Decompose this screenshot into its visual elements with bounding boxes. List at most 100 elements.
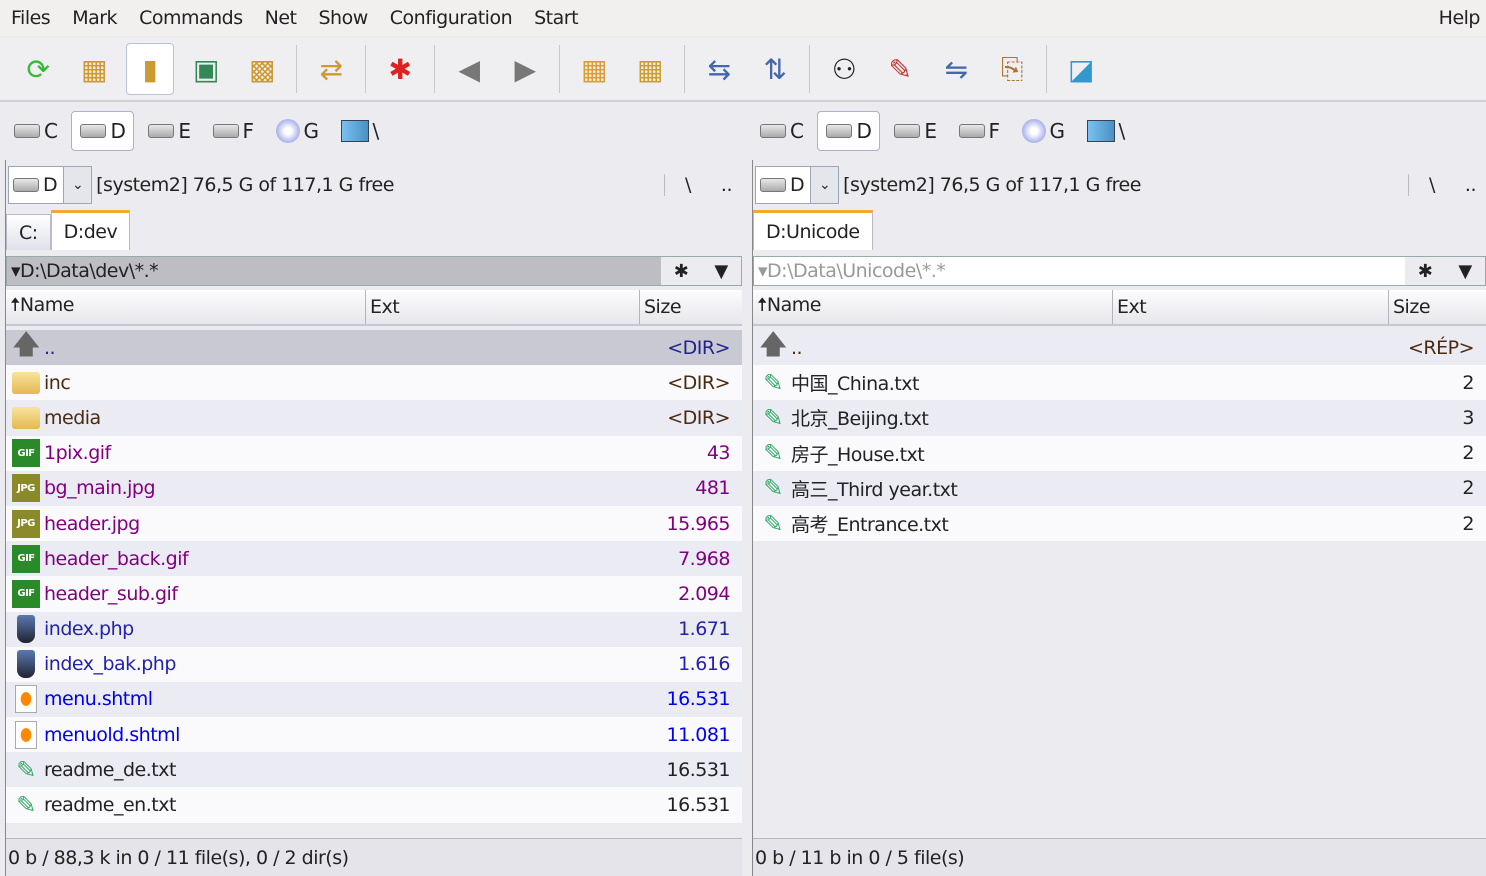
- file-row[interactable]: 🡅.. <DIR>: [6, 330, 742, 366]
- menu-show[interactable]: Show: [307, 7, 378, 29]
- right-path-field[interactable]: ▾D:\Data\Unicode\*.*: [754, 257, 1405, 285]
- compare-dirs-button[interactable]: ⇋: [932, 43, 980, 95]
- menu-configuration[interactable]: Configuration: [379, 7, 523, 29]
- right-path-bar: ▾D:\Data\Unicode\*.* ✱ ▼: [753, 256, 1486, 286]
- drive-button-f[interactable]: F: [205, 111, 262, 151]
- net-drive-icon: [340, 120, 369, 142]
- file-name: readme_de.txt: [44, 758, 176, 781]
- file-row[interactable]: inc <DIR>: [6, 365, 742, 401]
- column-name[interactable]: 🠅Name: [6, 290, 366, 324]
- back-arrow-button[interactable]: ◀: [445, 43, 493, 95]
- notepad-button[interactable]: ◪: [1057, 43, 1105, 95]
- file-row[interactable]: GIF 1pix.gif 43: [6, 435, 742, 471]
- left-panel: D ⌄ [system2] 76,5 G of 117,1 G free \.. C: D…: [5, 160, 742, 876]
- drive-button-d[interactable]: D: [71, 111, 135, 151]
- file-name: 1pix.gif: [44, 442, 111, 465]
- file-name: header_back.gif: [44, 547, 189, 570]
- compare-dirs-icon: ⇋: [944, 52, 968, 86]
- drive-button-network[interactable]: \: [333, 111, 387, 151]
- drive-button-f[interactable]: F: [951, 111, 1008, 151]
- file-row[interactable]: ✎ 高三_Third year.txt 2: [753, 470, 1486, 506]
- dropdown-arrow-icon[interactable]: ▼: [1445, 261, 1485, 282]
- ftp-connect-button[interactable]: ⇆: [695, 43, 743, 95]
- tab-c[interactable]: C:: [6, 214, 51, 250]
- drive-button-e[interactable]: E: [140, 111, 198, 151]
- drive-button-c[interactable]: C: [6, 111, 65, 151]
- url-connect-icon: ⇅: [763, 52, 787, 86]
- parent-dir-button[interactable]: ..: [721, 174, 733, 196]
- column-ext[interactable]: Ext: [366, 290, 640, 324]
- menu-commands[interactable]: Commands: [128, 7, 254, 29]
- sync-dirs-icon: ⇄: [319, 52, 343, 86]
- history-star-icon[interactable]: ✱: [661, 261, 701, 282]
- file-row[interactable]: JPG bg_main.jpg 481: [6, 470, 742, 506]
- drive-button-g[interactable]: G: [1014, 111, 1073, 151]
- pack-button[interactable]: ▦: [570, 43, 618, 95]
- menu-files[interactable]: Files: [0, 7, 61, 29]
- file-row[interactable]: ✎ 北京_Beijing.txt 3: [753, 400, 1486, 436]
- search-binoculars-button[interactable]: ⚇: [820, 43, 868, 95]
- file-row[interactable]: ✎ 房子_House.txt 2: [753, 435, 1486, 471]
- txt-file-icon: ✎: [16, 791, 36, 820]
- file-row[interactable]: index_bak.php 1.616: [6, 646, 742, 682]
- txt-file-icon: ✎: [763, 368, 783, 397]
- file-row[interactable]: 🡅.. <RÉP>: [753, 330, 1486, 366]
- multi-rename-button[interactable]: ✎: [876, 43, 924, 95]
- drive-button-e[interactable]: E: [886, 111, 944, 151]
- file-size: 15.965: [666, 512, 731, 535]
- file-row[interactable]: ✎ 中国_China.txt 2: [753, 365, 1486, 401]
- mark-files-button[interactable]: ✱: [376, 43, 424, 95]
- column-size[interactable]: Size: [640, 290, 742, 324]
- file-row[interactable]: index.php 1.671: [6, 611, 742, 647]
- refresh-icon: ⟳: [26, 52, 50, 86]
- unpack-button[interactable]: ▦: [626, 43, 674, 95]
- dropdown-arrow-icon[interactable]: ▼: [701, 261, 741, 282]
- column-name[interactable]: 🠅Name: [753, 290, 1113, 324]
- history-star-icon[interactable]: ✱: [1405, 261, 1445, 282]
- forward-arrow-button[interactable]: ▶: [501, 43, 549, 95]
- right-status-bar: 0 b / 11 b in 0 / 5 file(s): [753, 838, 1486, 876]
- menu-net[interactable]: Net: [254, 7, 308, 29]
- tab-ddev[interactable]: D:dev: [50, 210, 131, 250]
- chevron-down-icon[interactable]: ⌄: [810, 167, 839, 203]
- sync-dirs-button[interactable]: ⇄: [307, 43, 355, 95]
- left-path-field[interactable]: ▾D:\Data\dev\*.*: [7, 257, 661, 285]
- drive-button-network[interactable]: \: [1079, 111, 1133, 151]
- file-row[interactable]: menuold.shtml 11.081: [6, 717, 742, 753]
- file-row[interactable]: menu.shtml 16.531: [6, 681, 742, 718]
- root-dir-button[interactable]: \: [685, 174, 691, 196]
- file-row[interactable]: GIF header_sub.gif 2.094: [6, 576, 742, 612]
- tab-dunicode[interactable]: D:Unicode: [753, 210, 873, 250]
- right-drive-combo[interactable]: D ⌄: [755, 166, 840, 204]
- drive-button-g[interactable]: G: [268, 111, 327, 151]
- brief-view-button[interactable]: ▦: [70, 43, 118, 95]
- file-row[interactable]: ✎ 高考_Entrance.txt 2: [753, 505, 1486, 542]
- drive-button-d[interactable]: D: [817, 111, 881, 151]
- full-view-button[interactable]: ▮: [126, 43, 174, 95]
- copy-clipboard-button[interactable]: ⎘: [988, 43, 1036, 95]
- parent-dir-button[interactable]: ..: [1465, 174, 1477, 196]
- file-size: 481: [695, 477, 730, 500]
- file-row[interactable]: media <DIR>: [6, 400, 742, 436]
- right-panel: D ⌄ [system2] 76,5 G of 117,1 G free \.. D:U…: [752, 160, 1486, 876]
- toolbar-separator: [434, 45, 435, 93]
- column-ext[interactable]: Ext: [1113, 290, 1389, 324]
- left-drive-combo[interactable]: D ⌄: [8, 166, 93, 204]
- menu-mark[interactable]: Mark: [61, 7, 128, 29]
- thumbnail-view-button[interactable]: ▣: [182, 43, 230, 95]
- drive-letter: G: [303, 119, 320, 143]
- chevron-down-icon[interactable]: ⌄: [63, 167, 92, 203]
- menu-help[interactable]: Help: [1439, 7, 1481, 29]
- drive-button-c[interactable]: C: [752, 111, 811, 151]
- url-connect-button[interactable]: ⇅: [751, 43, 799, 95]
- file-row[interactable]: GIF header_back.gif 7.968: [6, 541, 742, 577]
- tree-view-button[interactable]: ▩: [238, 43, 286, 95]
- root-dir-button[interactable]: \: [1429, 174, 1435, 196]
- refresh-button[interactable]: ⟳: [14, 43, 62, 95]
- column-size[interactable]: Size: [1389, 290, 1486, 324]
- file-row[interactable]: ✎ readme_en.txt 16.531: [6, 787, 742, 823]
- file-row[interactable]: ✎ readme_de.txt 16.531: [6, 752, 742, 788]
- file-row[interactable]: JPG header.jpg 15.965: [6, 505, 742, 542]
- menu-start[interactable]: Start: [523, 7, 589, 29]
- file-size: 3: [1462, 406, 1474, 429]
